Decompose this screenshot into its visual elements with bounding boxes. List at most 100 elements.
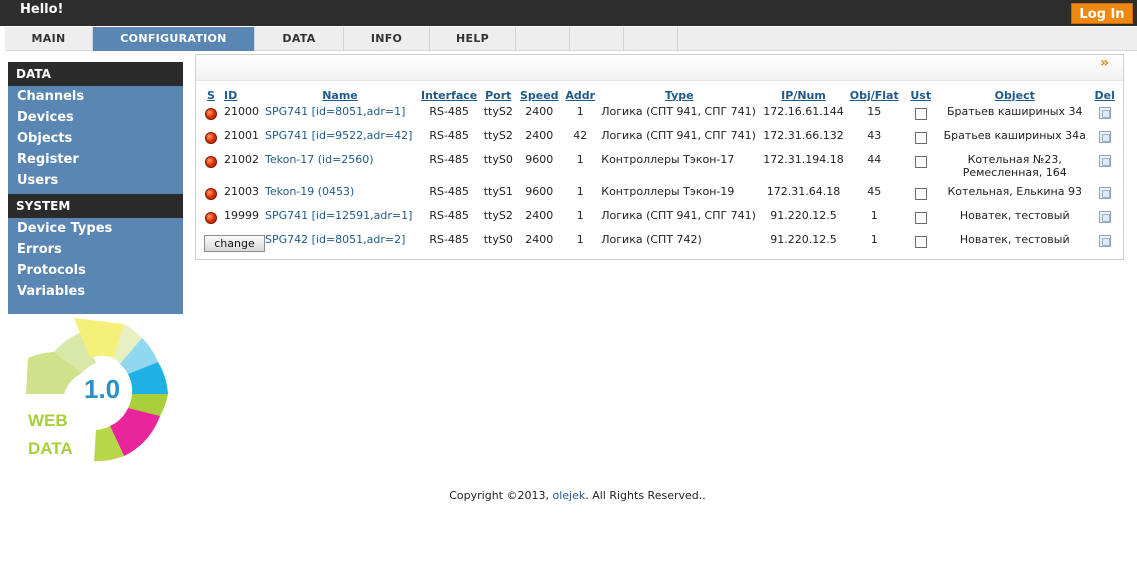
ust-checkbox[interactable] [914, 188, 927, 200]
ust-checkbox[interactable] [914, 156, 927, 168]
cell-type: Контроллеры Тэкон-19 [601, 185, 735, 198]
cell-port: ttyS2 [483, 105, 513, 118]
cell-objflat: 15 [867, 105, 882, 118]
cell-id: 21000 [224, 105, 259, 118]
object-line1: Котельная №23, [967, 153, 1062, 166]
sidebar-item-register[interactable]: Register [8, 149, 183, 170]
cell-ip: 172.31.194.18 [763, 153, 844, 166]
delete-icon[interactable] [1098, 235, 1111, 247]
tab-data[interactable]: DATA [255, 27, 344, 51]
cell-ip: 172.31.66.132 [763, 129, 844, 142]
col-interface[interactable]: Interface [418, 88, 480, 102]
ust-checkbox[interactable] [914, 212, 927, 224]
cell-type: Логика (СПТ 941, СПГ 741) [601, 105, 756, 118]
sidebar-item-variables[interactable]: Variables [8, 281, 183, 302]
status-dot-icon [205, 212, 217, 224]
delete-icon[interactable] [1098, 131, 1111, 143]
sidebar-heading-system: SYSTEM [8, 194, 183, 218]
object-line1: Новатек, тестовый [959, 233, 1070, 246]
device-name-link[interactable]: SPG741 [id=9522,adr=42] [265, 129, 412, 142]
col-addr[interactable]: Addr [562, 88, 598, 102]
ust-checkbox[interactable] [914, 108, 927, 120]
sidebar-item-devices[interactable]: Devices [8, 107, 183, 128]
delete-icon[interactable] [1098, 107, 1111, 119]
sidebar-item-objects[interactable]: Objects [8, 128, 183, 149]
delete-icon[interactable] [1098, 211, 1111, 223]
delete-icon[interactable] [1098, 155, 1111, 167]
tab-configuration[interactable]: CONFIGURATION [93, 27, 255, 51]
devices-panel: » S ID Name Interface Port Speed Addr Ty… [195, 54, 1124, 260]
tab-empty-1[interactable] [516, 27, 570, 51]
device-name-link[interactable]: SPG742 [id=8051,adr=2] [265, 233, 405, 246]
sidebar-item-device-types[interactable]: Device Types [8, 218, 183, 239]
cell-objflat: 44 [867, 153, 882, 166]
cell-port: ttyS0 [483, 233, 513, 246]
cell-speed: 2400 [525, 209, 554, 222]
tab-main[interactable]: MAIN [5, 27, 93, 51]
col-speed[interactable]: Speed [516, 88, 562, 102]
cell-objflat: 43 [867, 129, 882, 142]
col-port[interactable]: Port [480, 88, 516, 102]
cell-interface: RS-485 [429, 105, 469, 118]
cell-speed: 2400 [525, 105, 554, 118]
cell-objflat: 1 [870, 209, 878, 222]
sidebar-item-protocols[interactable]: Protocols [8, 260, 183, 281]
sidebar-item-users[interactable]: Users [8, 170, 183, 191]
cell-type: Логика (СПТ 742) [601, 233, 702, 246]
footer: Copyright ©2013, olejek. All Rights Rese… [0, 489, 1137, 502]
cell-ip: 172.16.61.144 [763, 105, 844, 118]
tab-empty-2[interactable] [570, 27, 624, 51]
col-ust[interactable]: Ust [902, 88, 940, 102]
ust-checkbox[interactable] [914, 236, 927, 248]
sidebar-item-channels[interactable]: Channels [8, 86, 183, 107]
col-s[interactable]: S [201, 88, 221, 102]
expand-icon[interactable]: » [1100, 55, 1109, 71]
tab-help[interactable]: HELP [430, 27, 516, 51]
device-name-link[interactable]: Tekon-17 (id=2560) [265, 153, 374, 166]
table-row: 19998 SPG742 [id=8051,adr=2] RS-485 ttyS… [201, 230, 1120, 254]
cell-object: Новатек, тестовый [940, 230, 1090, 254]
logo-text-web: WEB [28, 411, 68, 430]
cell-ip: 91.220.12.5 [770, 233, 837, 246]
device-name-link[interactable]: SPG741 [id=12591,adr=1] [265, 209, 412, 222]
login-button[interactable]: Log In [1071, 3, 1133, 24]
tab-info[interactable]: INFO [344, 27, 430, 51]
col-name[interactable]: Name [262, 88, 418, 102]
col-ip[interactable]: IP/Num [760, 88, 846, 102]
cell-id: 21001 [224, 129, 259, 142]
cell-type: Контроллеры Тэкон-17 [601, 153, 735, 166]
greeting: Hello! [20, 2, 64, 17]
col-object[interactable]: Object [940, 88, 1090, 102]
table-row: 21003 Tekon-19 (0453) RS-485 ttyS1 9600 … [201, 182, 1120, 206]
object-line1: Новатек, тестовый [959, 209, 1070, 222]
footer-author-link[interactable]: olejek [552, 489, 585, 502]
change-button[interactable]: change [204, 235, 265, 252]
sidebar-item-errors[interactable]: Errors [8, 239, 183, 260]
device-name-link[interactable]: SPG741 [id=8051,adr=1] [265, 105, 405, 118]
status-dot-icon [205, 156, 217, 168]
ust-checkbox[interactable] [914, 132, 927, 144]
footer-prefix: Copyright ©2013, [449, 489, 553, 502]
col-id[interactable]: ID [221, 88, 262, 102]
col-del[interactable]: Del [1090, 88, 1120, 102]
top-bar: Hello! Log In [0, 0, 1137, 26]
cell-addr: 1 [576, 105, 584, 118]
cell-object: Котельная, Елькина 93 [940, 182, 1090, 206]
col-type[interactable]: Type [598, 88, 760, 102]
cell-type: Логика (СПТ 941, СПГ 741) [601, 129, 756, 142]
cell-speed: 2400 [525, 129, 554, 142]
cell-ip: 91.220.12.5 [770, 209, 837, 222]
table-row: 19999 SPG741 [id=12591,adr=1] RS-485 tty… [201, 206, 1120, 230]
cell-speed: 2400 [525, 233, 554, 246]
cell-objflat: 45 [867, 185, 882, 198]
sidebar: DATA Channels Devices Objects Register U… [8, 62, 183, 314]
cell-port: ttyS2 [483, 129, 513, 142]
delete-icon[interactable] [1098, 187, 1111, 199]
logo-version: 1.0 [84, 374, 120, 404]
cell-type: Логика (СПТ 941, СПГ 741) [601, 209, 756, 222]
col-objflat[interactable]: Obj/Flat [847, 88, 902, 102]
device-name-link[interactable]: Tekon-19 (0453) [265, 185, 354, 198]
cell-interface: RS-485 [429, 233, 469, 246]
cell-addr: 42 [573, 129, 588, 142]
webdata-logo: 1.0 WEB DATA [26, 318, 168, 462]
